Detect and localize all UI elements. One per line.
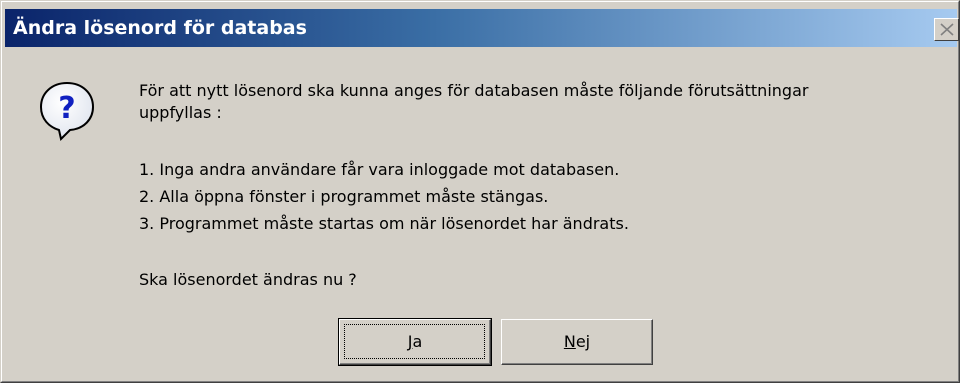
no-button-label: Nej xyxy=(502,332,652,352)
no-mnemonic: N xyxy=(563,332,576,351)
yes-button[interactable]: Ja xyxy=(338,318,492,366)
message-intro-line-1: För att nytt lösenord ska kunna anges fö… xyxy=(139,81,809,100)
close-icon xyxy=(940,23,954,36)
yes-label-rest: a xyxy=(412,332,423,351)
message-intro-line-2: uppfyllas : xyxy=(139,103,222,122)
condition-item-1: 1. Inga andra användare får vara inlogga… xyxy=(139,160,620,179)
condition-item-2: 2. Alla öppna fönster i programmet måste… xyxy=(139,187,549,206)
title-bar[interactable]: Ändra lösenord för databas xyxy=(5,9,959,47)
yes-button-label: Ja xyxy=(340,332,490,352)
close-button[interactable] xyxy=(934,18,959,41)
svg-text:?: ? xyxy=(58,91,75,126)
condition-item-3: 3. Programmet måste startas om när lösen… xyxy=(139,214,629,233)
dialog-window: Ändra lösenord för databas ? För att nyt… xyxy=(0,0,960,383)
dialog-title: Ändra lösenord för databas xyxy=(13,17,307,39)
no-label-rest: ej xyxy=(575,332,591,351)
question-icon: ? xyxy=(39,81,95,141)
question-text: Ska lösenordet ändras nu ? xyxy=(139,270,357,289)
no-button[interactable]: Nej xyxy=(501,319,653,365)
